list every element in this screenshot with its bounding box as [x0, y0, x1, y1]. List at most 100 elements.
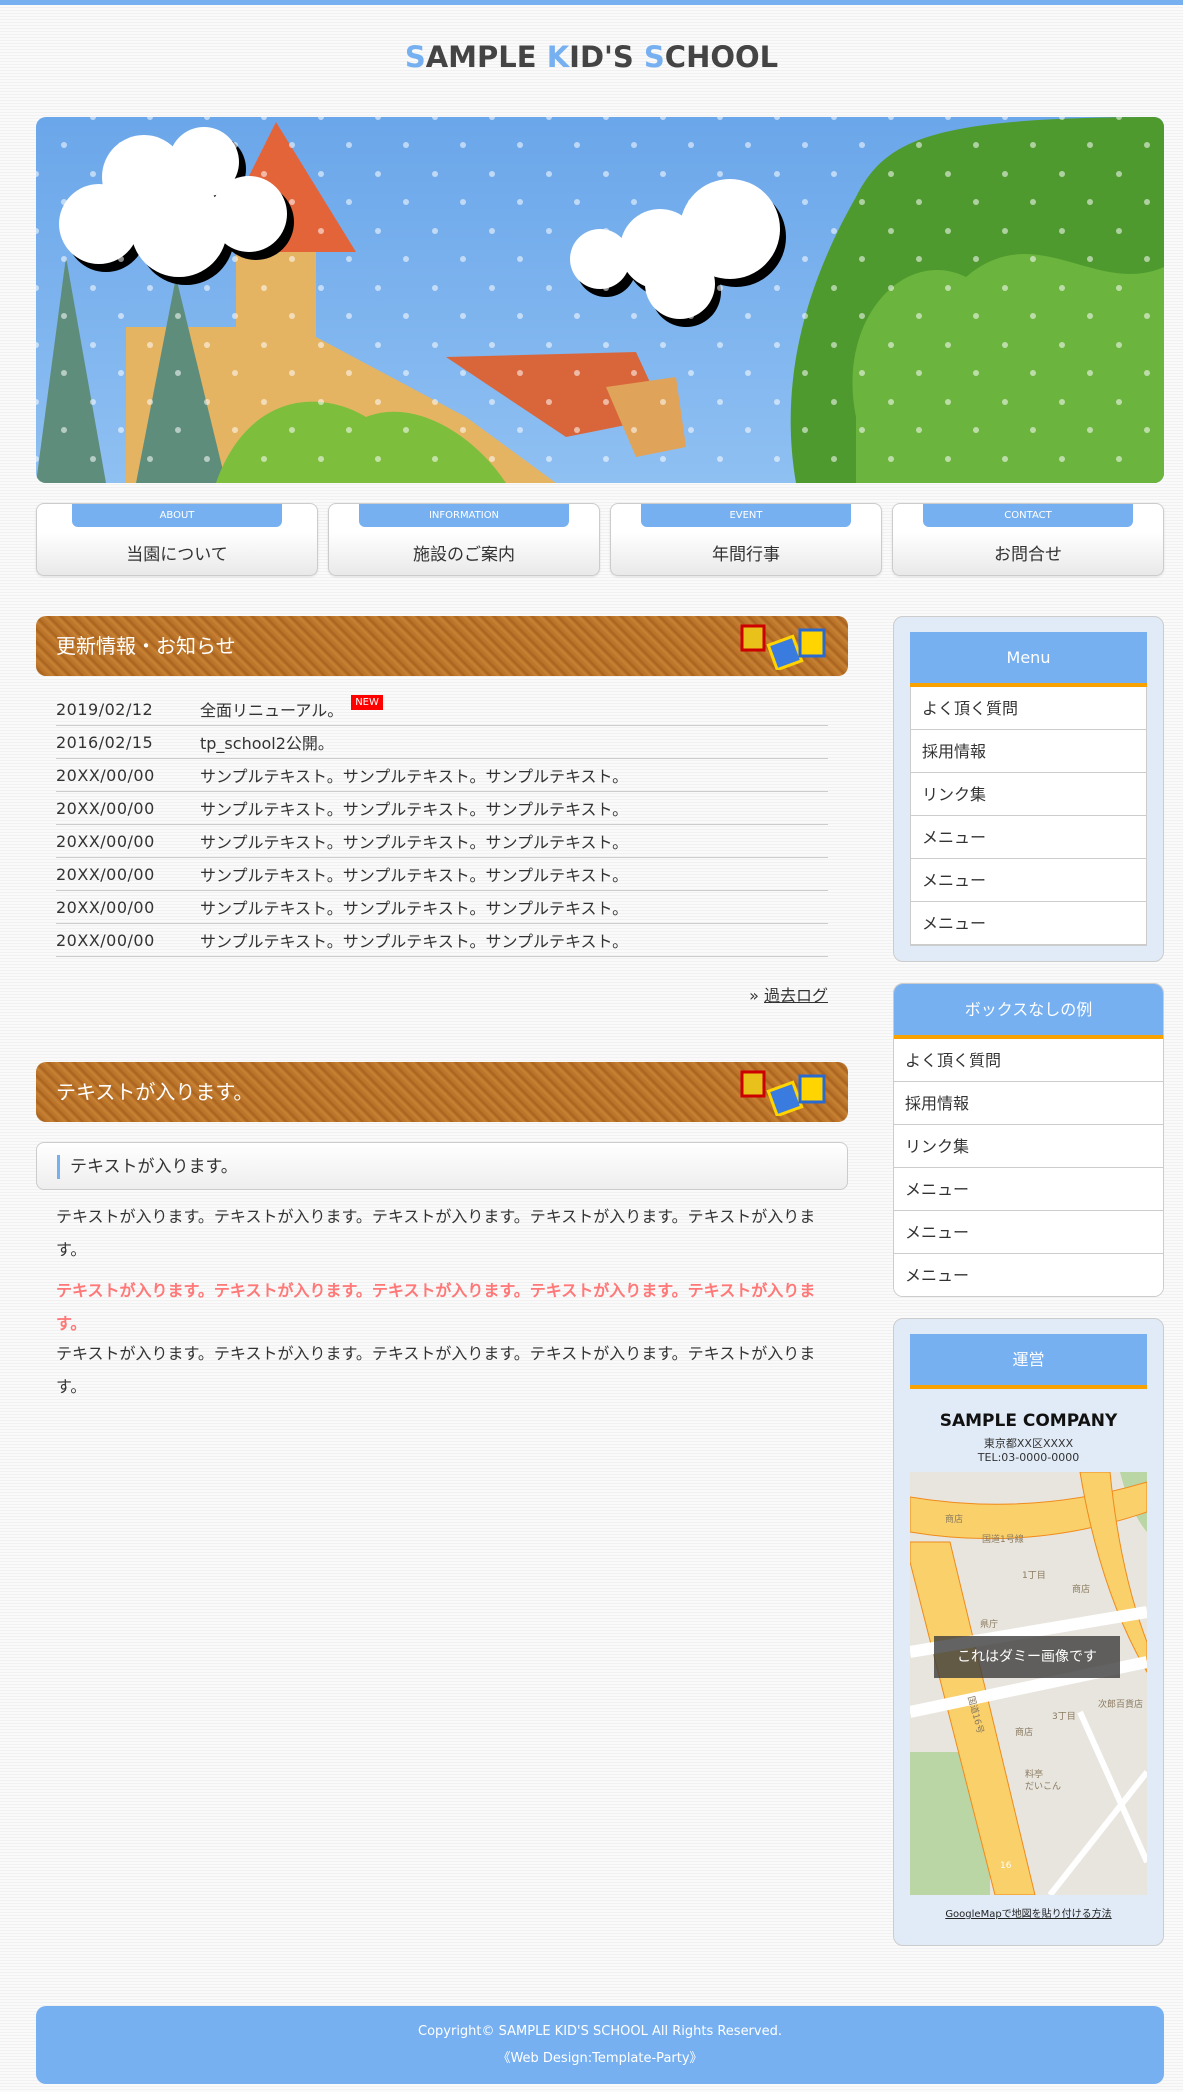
paragraph: テキストが入ります。テキストが入ります。テキストが入ります。テキストが入ります。… — [56, 1207, 816, 1259]
news-item: 20XX/00/00 サンプルテキスト。サンプルテキスト。サンプルテキスト。 — [56, 924, 828, 957]
footer: Copyright© SAMPLE KID'S SCHOOL All Right… — [36, 2006, 1164, 2084]
news-date: 20XX/00/00 — [56, 765, 155, 785]
company-tel: TEL:03-0000-0000 — [977, 1451, 1080, 1464]
news-date: 20XX/00/00 — [56, 930, 155, 950]
nobox-heading: ボックスなしの例 — [894, 984, 1163, 1039]
nav-label: 年間行事 — [712, 545, 780, 565]
map-image[interactable]: 商店 国道1号線 1丁目 商店 県庁 国道16号 3丁目 商店 次郎百貨店 料亭 だいこん 16 これ… — [910, 1472, 1147, 1895]
nav-event[interactable]: EVENT 年間行事 — [610, 503, 882, 576]
paragraph: テキストが入ります。テキストが入ります。テキストが入ります。テキストが入ります。… — [56, 1344, 816, 1396]
news-text: サンプルテキスト。サンプルテキスト。サンプルテキスト。 — [200, 800, 629, 819]
company-heading: 運営 — [910, 1334, 1147, 1389]
svg-text:商店: 商店 — [1072, 1583, 1090, 1595]
new-badge: NEW — [351, 694, 383, 710]
subheading: テキストが入ります。 — [57, 1155, 238, 1179]
logo-letter: S — [643, 40, 665, 74]
svg-text:だいこん: だいこん — [1025, 1781, 1061, 1792]
news-text: 全面リニューアル。 — [200, 701, 344, 720]
news-item: 2019/02/12 全面リニューアル。 NEW — [56, 693, 828, 726]
section-title: テキストが入ります。 — [56, 1080, 254, 1104]
svg-text:16: 16 — [1000, 1861, 1012, 1871]
svg-text:県庁: 県庁 — [980, 1618, 998, 1630]
svg-text:1丁目: 1丁目 — [1022, 1570, 1046, 1581]
nav-label-en: ABOUT — [72, 504, 282, 527]
svg-text:国道1号線: 国道1号線 — [982, 1533, 1024, 1545]
news-item: 20XX/00/00 サンプルテキスト。サンプルテキスト。サンプルテキスト。 — [56, 792, 828, 825]
company-box: 運営 SAMPLE COMPANY 東京都XX区XXXX TEL:03-0000… — [893, 1318, 1164, 1946]
news-date: 20XX/00/00 — [56, 831, 155, 851]
menu-list: よく頂く質問 採用情報 リンク集 メニュー メニュー メニュー — [910, 687, 1147, 946]
news-text: サンプルテキスト。サンプルテキスト。サンプルテキスト。 — [200, 833, 629, 852]
news-item: 20XX/00/00 サンプルテキスト。サンプルテキスト。サンプルテキスト。 — [56, 891, 828, 924]
sidebar-menu-item[interactable]: 採用情報 — [911, 730, 1146, 773]
sidebar-menu-item[interactable]: メニュー — [894, 1254, 1163, 1296]
sidebar-menu-item[interactable]: メニュー — [911, 859, 1146, 902]
news-date: 20XX/00/00 — [56, 897, 155, 917]
site-logo[interactable]: SAMPLE KID'S SCHOOL — [0, 40, 1183, 74]
nav-label: お問合せ — [994, 545, 1062, 565]
svg-text:次郎百貨店: 次郎百貨店 — [1098, 1698, 1143, 1710]
news-date: 20XX/00/00 — [56, 798, 155, 818]
sidebar-menu-box: Menu よく頂く質問 採用情報 リンク集 メニュー メニュー メニュー — [893, 616, 1164, 962]
archive-link[interactable]: 過去ログ — [764, 986, 828, 1005]
sidebar-menu-item[interactable]: よく頂く質問 — [894, 1039, 1163, 1082]
company-name: SAMPLE COMPANY — [939, 1411, 1118, 1431]
logo-text: ID'S — [569, 40, 644, 74]
nav-information[interactable]: INFORMATION 施設のご案内 — [328, 503, 600, 576]
sidebar-menu-item[interactable]: メニュー — [894, 1168, 1163, 1211]
news-item: 20XX/00/00 サンプルテキスト。サンプルテキスト。サンプルテキスト。 — [56, 825, 828, 858]
sidebar-menu-item[interactable]: よく頂く質問 — [911, 687, 1146, 730]
map-overlay-text: これはダミー画像です — [934, 1636, 1120, 1678]
section-heading: テキストが入ります。 — [36, 1062, 848, 1122]
copyright: Copyright© SAMPLE KID'S SCHOOL All Right… — [418, 2024, 782, 2039]
sidebar-menu-item[interactable]: メニュー — [911, 902, 1146, 945]
nav-about[interactable]: ABOUT 当園について — [36, 503, 318, 576]
logo-letter: K — [546, 40, 570, 74]
news-item: 2016/02/15 tp_school2公開。 — [56, 726, 828, 759]
chevron-icon: » — [749, 986, 759, 1005]
news-text: サンプルテキスト。サンプルテキスト。サンプルテキスト。 — [200, 899, 629, 918]
news-text: tp_school2公開。 — [200, 734, 334, 753]
news-text: サンプルテキスト。サンプルテキスト。サンプルテキスト。 — [200, 866, 629, 885]
logo-text: CHOOL — [664, 40, 779, 74]
company-address: 東京都XX区XXXX — [983, 1437, 1074, 1450]
nav-label: 施設のご案内 — [413, 545, 515, 565]
sidebar-menu-item[interactable]: 採用情報 — [894, 1082, 1163, 1125]
svg-text:商店: 商店 — [1015, 1726, 1033, 1738]
toy-blocks-icon — [740, 624, 826, 670]
nav-contact[interactable]: CONTACT お問合せ — [892, 503, 1164, 576]
nav-label-en: CONTACT — [923, 504, 1133, 527]
svg-text:商店: 商店 — [945, 1513, 963, 1525]
hero-image — [36, 117, 1164, 483]
sidebar-nobox: ボックスなしの例 よく頂く質問 採用情報 リンク集 メニュー メニュー メニュー — [893, 983, 1164, 1297]
highlight-paragraph: テキストが入ります。テキストが入ります。テキストが入ります。テキストが入ります。… — [56, 1281, 816, 1333]
logo-text: AMPLE — [425, 40, 547, 74]
news-heading: 更新情報・お知らせ — [36, 616, 848, 676]
sidebar-menu-item[interactable]: リンク集 — [894, 1125, 1163, 1168]
logo-letter: S — [404, 40, 426, 74]
svg-text:3丁目: 3丁目 — [1052, 1711, 1076, 1722]
news-text: サンプルテキスト。サンプルテキスト。サンプルテキスト。 — [200, 932, 629, 951]
news-date: 20XX/00/00 — [56, 864, 155, 884]
news-title: 更新情報・お知らせ — [56, 634, 236, 658]
menu-list: よく頂く質問 採用情報 リンク集 メニュー メニュー メニュー — [894, 1039, 1163, 1296]
sidebar-menu-item[interactable]: メニュー — [894, 1211, 1163, 1254]
top-bar — [0, 0, 1183, 5]
map-link[interactable]: GoogleMapで地図を貼り付ける方法 — [910, 1905, 1147, 1920]
sidebar-menu-item[interactable]: メニュー — [911, 816, 1146, 859]
nav-label-en: INFORMATION — [359, 504, 569, 527]
credit-link[interactable]: 《Web Design:Template-Party》 — [36, 2047, 1164, 2066]
news-list: 2019/02/12 全面リニューアル。 NEW 2016/02/15 tp_schoo… — [56, 693, 828, 957]
sidebar-menu-item[interactable]: リンク集 — [911, 773, 1146, 816]
menu-heading: Menu — [910, 632, 1147, 687]
news-item: 20XX/00/00 サンプルテキスト。サンプルテキスト。サンプルテキスト。 — [56, 858, 828, 891]
subheading-box: テキストが入ります。 — [36, 1142, 848, 1190]
news-date: 2019/02/12 — [56, 699, 154, 719]
toy-blocks-icon — [740, 1070, 826, 1116]
news-text: サンプルテキスト。サンプルテキスト。サンプルテキスト。 — [200, 767, 629, 786]
nav-label: 当園について — [126, 545, 228, 565]
archive-link-wrap: » 過去ログ — [56, 982, 828, 1006]
svg-text:料亭: 料亭 — [1025, 1768, 1043, 1780]
news-date: 2016/02/15 — [56, 732, 154, 752]
nav-label-en: EVENT — [641, 504, 851, 527]
